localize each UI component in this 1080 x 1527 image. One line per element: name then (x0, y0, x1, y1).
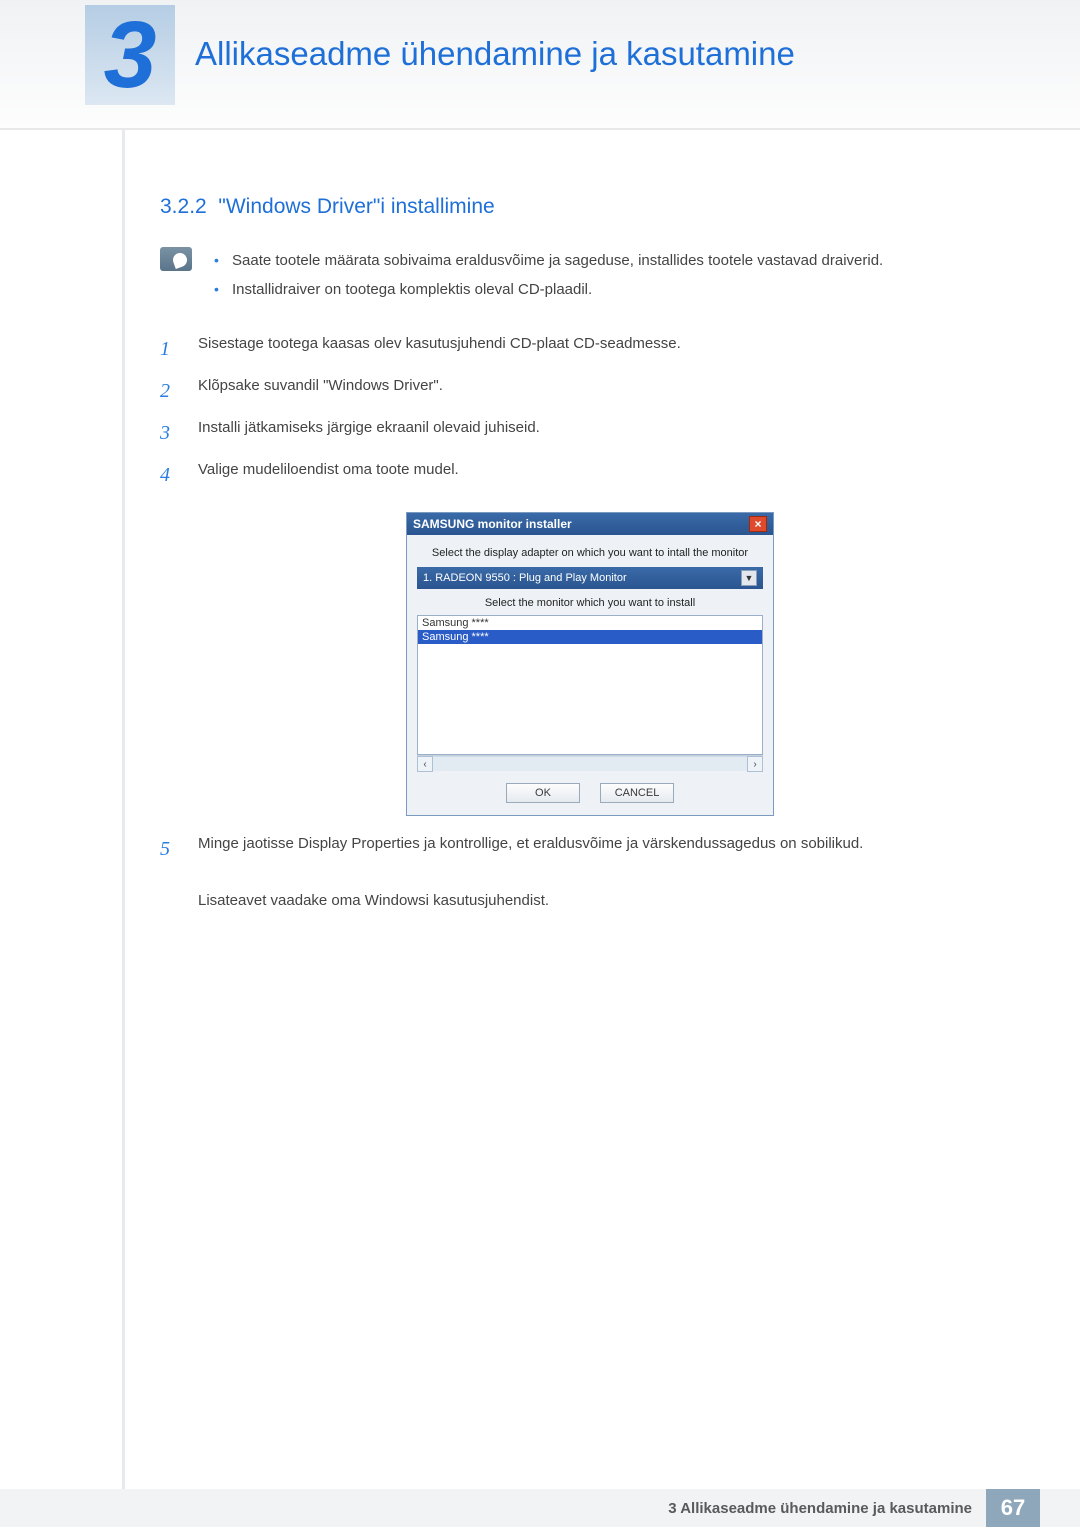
installer-screenshot: SAMSUNG monitor installer × Select the d… (160, 512, 1020, 816)
chevron-down-icon[interactable]: ▼ (741, 570, 757, 586)
step-text: Sisestage tootega kaasas olev kasutusjuh… (198, 330, 1020, 368)
step-number: 5 (160, 830, 180, 916)
footer-chapter-label: 3 Allikaseadme ühendamine ja kasutamine (654, 1489, 986, 1527)
scroll-right-icon[interactable]: › (747, 756, 763, 772)
close-icon[interactable]: × (749, 516, 767, 532)
note-bullets: Saate tootele määrata sobivaima eraldusv… (210, 247, 883, 304)
page-number: 67 (986, 1489, 1040, 1527)
installer-window: SAMSUNG monitor installer × Select the d… (406, 512, 774, 816)
step-text: Minge jaotisse Display Properties ja kon… (198, 830, 1020, 916)
step-5: 5 Minge jaotisse Display Properties ja k… (160, 830, 1020, 916)
installer-titlebar: SAMSUNG monitor installer × (407, 513, 773, 535)
installer-buttons: OK CANCEL (417, 771, 763, 803)
monitor-listbox[interactable]: Samsung **** Samsung **** (417, 615, 763, 755)
scroll-left-icon[interactable]: ‹ (417, 756, 433, 772)
step-number: 1 (160, 330, 180, 368)
note-icon (160, 247, 192, 271)
chapter-badge: 3 (85, 5, 175, 105)
step-number: 4 (160, 456, 180, 494)
adapter-dropdown[interactable]: 1. RADEON 9550 : Plug and Play Monitor ▼ (417, 567, 763, 589)
page-content: 3.2.2 "Windows Driver"i installimine Saa… (160, 195, 1020, 920)
monitor-label: Select the monitor which you want to ins… (417, 595, 763, 615)
chapter-title: Allikaseadme ühendamine ja kasutamine (195, 35, 795, 73)
step-text: Installi jätkamiseks järgige ekraanil ol… (198, 414, 1020, 452)
chapter-number: 3 (104, 8, 157, 103)
step-4: 4 Valige mudeliloendist oma toote mudel. (160, 456, 1020, 494)
adapter-label: Select the display adapter on which you … (417, 543, 763, 567)
step-2: 2 Klõpsake suvandil "Windows Driver". (160, 372, 1020, 410)
cancel-button[interactable]: CANCEL (600, 783, 674, 803)
section-title: "Windows Driver"i installimine (218, 195, 494, 218)
note-block: Saate tootele määrata sobivaima eraldusv… (160, 247, 1020, 304)
note-item: Installidraiver on tootega komplektis ol… (210, 276, 883, 305)
section-number: 3.2.2 (160, 195, 207, 218)
step-5-line-b: Lisateavet vaadake oma Windowsi kasutusj… (198, 892, 549, 909)
ok-button[interactable]: OK (506, 783, 580, 803)
horizontal-scrollbar[interactable]: ‹ › (417, 755, 763, 771)
list-item-selected[interactable]: Samsung **** (418, 630, 762, 644)
adapter-value: 1. RADEON 9550 : Plug and Play Monitor (423, 572, 627, 584)
installer-body: Select the display adapter on which you … (407, 535, 773, 815)
page-footer: 3 Allikaseadme ühendamine ja kasutamine … (0, 1489, 1080, 1527)
step-5-line-a: Minge jaotisse Display Properties ja kon… (198, 835, 863, 852)
step-text: Klõpsake suvandil "Windows Driver". (198, 372, 1020, 410)
step-number: 3 (160, 414, 180, 452)
step-1: 1 Sisestage tootega kaasas olev kasutusj… (160, 330, 1020, 368)
list-item[interactable]: Samsung **** (418, 616, 762, 630)
step-list: 1 Sisestage tootega kaasas olev kasutusj… (160, 330, 1020, 494)
step-text: Valige mudeliloendist oma toote mudel. (198, 456, 1020, 494)
installer-title-text: SAMSUNG monitor installer (413, 517, 572, 531)
vertical-margin-stripe (122, 130, 125, 1489)
page-header: 3 Allikaseadme ühendamine ja kasutamine (0, 0, 1080, 130)
step-3: 3 Installi jätkamiseks järgige ekraanil … (160, 414, 1020, 452)
step-list-cont: 5 Minge jaotisse Display Properties ja k… (160, 830, 1020, 916)
section-heading: 3.2.2 "Windows Driver"i installimine (160, 195, 1020, 219)
scroll-track[interactable] (433, 756, 747, 771)
note-item: Saate tootele määrata sobivaima eraldusv… (210, 247, 883, 276)
step-number: 2 (160, 372, 180, 410)
